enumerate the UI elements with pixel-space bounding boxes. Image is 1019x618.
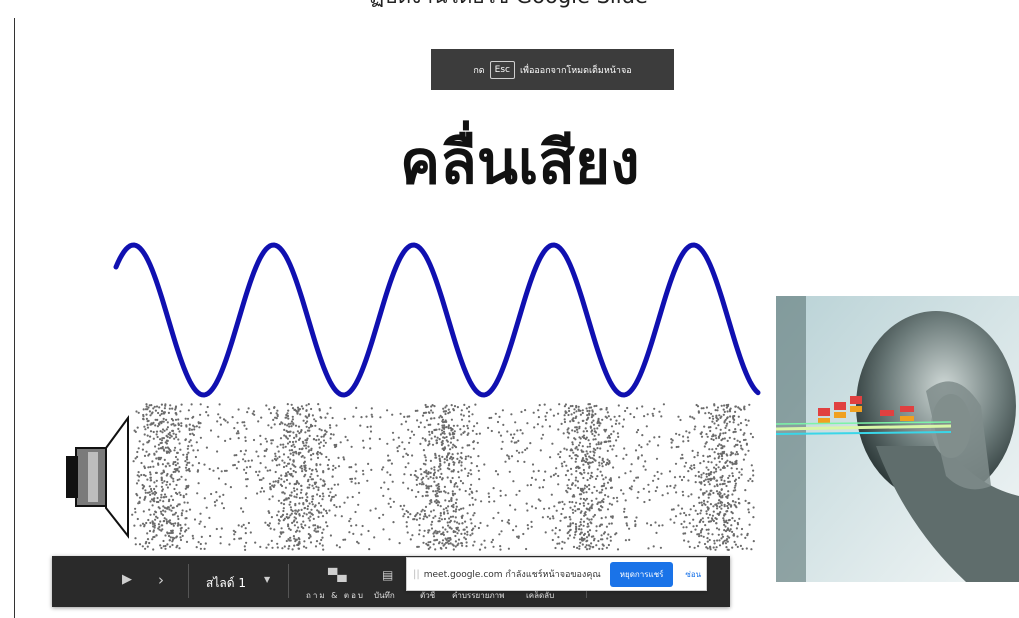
play-icon[interactable]: ▶ [122,572,132,587]
toolbar-divider [188,564,189,598]
ear-photo [776,296,1019,582]
chevron-down-icon[interactable]: ▼ [264,575,270,584]
drag-handle-icon[interactable]: || [413,569,420,580]
stop-sharing-button[interactable]: หยุดการแชร์ [609,561,674,587]
notes-icon[interactable]: ▤ [382,568,393,582]
share-message: meet.google.com กำลังแชร์หน้าจอของคุณ [423,570,601,580]
slide-selector[interactable]: สไลด์ 1 [206,574,246,593]
speaker-icon [66,414,129,539]
toolbar-divider [288,564,289,598]
screen-share-notice: || meet.google.com กำลังแชร์หน้าจอของคุณ… [406,557,707,591]
qa-icon[interactable]: ▀▄ [328,568,346,582]
sine-wave [113,242,761,398]
next-icon[interactable]: › [158,571,164,589]
notes-label[interactable]: บันทึก [374,589,395,602]
air-particles [131,403,755,552]
hide-button[interactable]: ซ่อน [685,568,701,581]
qa-label[interactable]: ถาม & ตอบ [306,589,365,602]
